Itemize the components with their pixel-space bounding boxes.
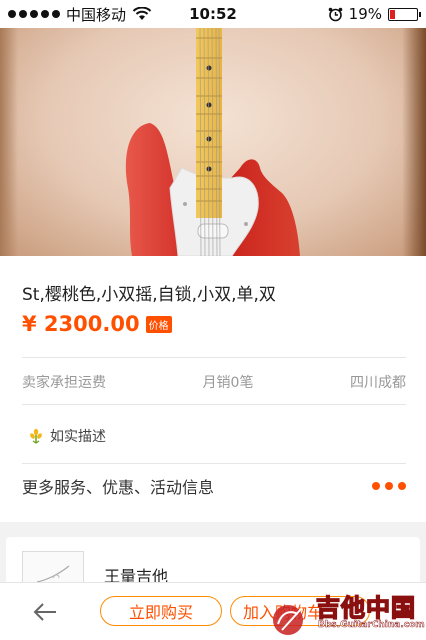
product-image[interactable]: [0, 28, 426, 256]
divider: [22, 404, 406, 405]
battery-percent: 19%: [348, 5, 382, 23]
back-arrow-icon[interactable]: [30, 597, 60, 627]
more-ellipsis-icon: [372, 482, 406, 490]
more-services-label: 更多服务、优惠、活动信息: [22, 478, 215, 497]
guitar-photo: [125, 28, 300, 256]
alarm-icon: [328, 7, 342, 21]
product-price: ¥ 2300.00: [22, 312, 140, 336]
watermark-title: 吉他中国: [315, 593, 416, 623]
product-title: St,樱桃色,小双摇,自锁,小双,单,双: [22, 285, 276, 305]
wifi-icon: [132, 7, 152, 20]
battery-level: [390, 9, 395, 19]
description-label: 如实描述: [50, 429, 106, 445]
shipping-info: 卖家承担运费: [22, 375, 106, 391]
wheat-icon: [30, 428, 42, 444]
more-services-row[interactable]: 更多服务、优惠、活动信息: [22, 474, 406, 498]
divider: [22, 357, 406, 358]
monthly-sales: 月销0笔: [202, 375, 254, 391]
signal-strength-icon: [8, 10, 60, 18]
product-info-card: St,樱桃色,小双摇,自锁,小双,单,双 ¥ 2300.00 价格 卖家承担运费…: [0, 256, 426, 522]
price-tag-badge: 价格: [145, 315, 172, 333]
battery-icon: [388, 7, 421, 21]
status-bar: 中国移动 10:52 19%: [0, 0, 426, 28]
shipping-sales-location-row: 卖家承担运费 月销0笔 四川成都: [22, 372, 406, 392]
watermark-url: Bbs.GuitarChina.com: [318, 620, 425, 631]
divider: [22, 463, 406, 464]
item-location: 四川成都: [349, 375, 406, 391]
description-badge[interactable]: 如实描述: [28, 426, 106, 446]
price-row: ¥ 2300.00 价格: [22, 312, 172, 336]
buy-now-button[interactable]: 立即购买: [100, 596, 222, 626]
carrier-name: 中国移动: [66, 5, 127, 24]
